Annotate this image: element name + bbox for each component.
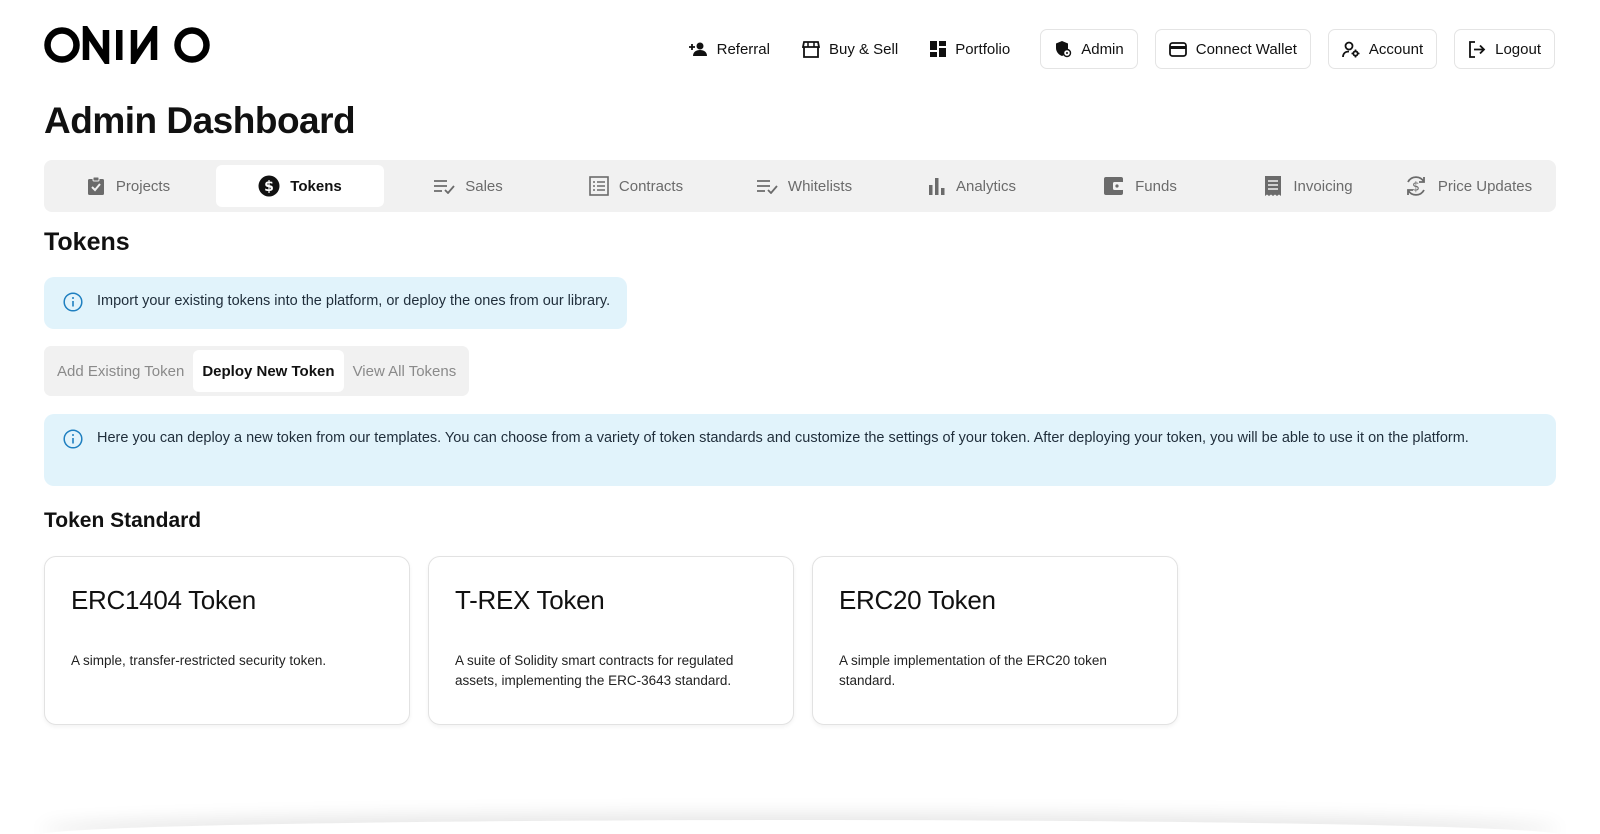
tab-tokens[interactable]: $ Tokens (216, 165, 384, 207)
wallet-icon (1168, 41, 1187, 57)
tab-funds-label: Funds (1135, 177, 1177, 195)
wallet-icon (1104, 177, 1125, 195)
bar-chart-icon (928, 178, 945, 195)
tab-whitelists-label: Whitelists (787, 177, 853, 195)
tab-sales[interactable]: Sales (384, 165, 552, 207)
tokens-info-text: Import your existing tokens into the pla… (97, 293, 611, 309)
info-icon (63, 429, 83, 449)
logo-wordmark (44, 19, 210, 71)
account-button[interactable]: Account (1327, 29, 1438, 69)
nav-portfolio-label: Portfolio (955, 40, 1011, 58)
tab-contracts[interactable]: Contracts (552, 165, 720, 207)
logout-button[interactable]: Logout (1454, 29, 1555, 69)
admin-button-label: Admin (1081, 40, 1124, 58)
token-mode-segmented-control: Add Existing Token Deploy New Token View… (44, 346, 470, 396)
token-standard-heading: Token Standard (44, 509, 202, 532)
token-card-description: A simple implementation of the ERC20 tok… (839, 653, 1107, 688)
tab-price-updates[interactable]: $ Price Updates (1380, 165, 1556, 207)
logout-icon (1469, 40, 1486, 58)
tab-analytics[interactable]: Analytics (888, 165, 1056, 207)
admin-shield-icon (1056, 41, 1072, 58)
top-header: Referral Buy & Sell Portfolio Admin Conn… (0, 0, 1600, 100)
list-check-icon (434, 180, 455, 194)
account-settings-icon (1342, 41, 1360, 57)
list-check-icon (756, 180, 778, 194)
nav-referral-label: Referral (716, 40, 770, 58)
svg-text:$: $ (264, 179, 274, 195)
dollar-coin-icon: $ (258, 175, 280, 197)
tab-price-updates-label: Price Updates (1437, 177, 1533, 195)
footer-shadow (40, 820, 1560, 834)
tab-tokens-label: Tokens (290, 177, 342, 195)
token-card-title: ERC20 Token (839, 585, 996, 615)
token-card-description: A simple, transfer-restricted security t… (71, 653, 327, 668)
document-list-icon (589, 176, 609, 196)
tokens-info-banner: Import your existing tokens into the pla… (44, 277, 628, 329)
token-card-trex[interactable]: T-REX Token A suite of Solidity smart co… (428, 556, 794, 725)
nav-referral[interactable]: Referral (672, 29, 786, 69)
clipboard-check-icon (87, 176, 104, 195)
info-icon (63, 292, 83, 312)
token-card-title: T-REX Token (455, 585, 605, 615)
person-add-icon (688, 42, 707, 56)
tab-funds[interactable]: Funds (1056, 165, 1224, 207)
tab-whitelists[interactable]: Whitelists (720, 165, 888, 207)
dashboard-icon (930, 41, 947, 57)
page-title: Admin Dashboard (44, 100, 356, 141)
deploy-new-token-tab[interactable]: Deploy New Token (193, 350, 344, 392)
nav-portfolio[interactable]: Portfolio (914, 29, 1026, 69)
tab-contracts-label: Contracts (618, 177, 684, 195)
tab-analytics-label: Analytics (955, 177, 1017, 195)
nav-buy-sell-label: Buy & Sell (828, 40, 899, 58)
tab-invoicing[interactable]: Invoicing (1224, 165, 1392, 207)
token-card-title: ERC1404 Token (71, 585, 256, 615)
price-refresh-icon: $ (1406, 176, 1425, 196)
deploy-info-text: Here you can deploy a new token from our… (97, 430, 1469, 446)
admin-button[interactable]: Admin (1040, 29, 1138, 69)
receipt-icon (1265, 176, 1282, 196)
tokens-section-title: Tokens (44, 228, 130, 256)
tab-sales-label: Sales (465, 177, 503, 195)
token-card-erc20[interactable]: ERC20 Token A simple implementation of t… (812, 556, 1178, 725)
view-all-tokens-tab[interactable]: View All Tokens (344, 350, 466, 392)
onino-logo[interactable] (44, 19, 212, 71)
store-icon (801, 40, 820, 58)
connect-wallet-button[interactable]: Connect Wallet (1154, 29, 1311, 69)
add-existing-token-tab[interactable]: Add Existing Token (48, 350, 193, 392)
tab-projects-label: Projects (115, 177, 171, 195)
token-card-erc1404[interactable]: ERC1404 Token A simple, transfer-restric… (44, 556, 410, 725)
account-button-label: Account (1368, 40, 1424, 58)
logout-button-label: Logout (1495, 40, 1541, 58)
tab-invoicing-label: Invoicing (1293, 177, 1353, 195)
svg-text:$: $ (1412, 180, 1420, 194)
tab-projects[interactable]: Projects (44, 165, 212, 207)
admin-tabbar: Projects $ Tokens Sales Contracts Whitel… (44, 160, 1556, 212)
top-nav: Referral Buy & Sell Portfolio Admin Conn… (672, 29, 1555, 69)
nav-buy-sell[interactable]: Buy & Sell (786, 29, 914, 69)
deploy-info-banner: Here you can deploy a new token from our… (44, 414, 1556, 486)
token-card-description: A suite of Solidity smart contracts for … (455, 653, 734, 688)
connect-wallet-label: Connect Wallet (1195, 40, 1297, 58)
